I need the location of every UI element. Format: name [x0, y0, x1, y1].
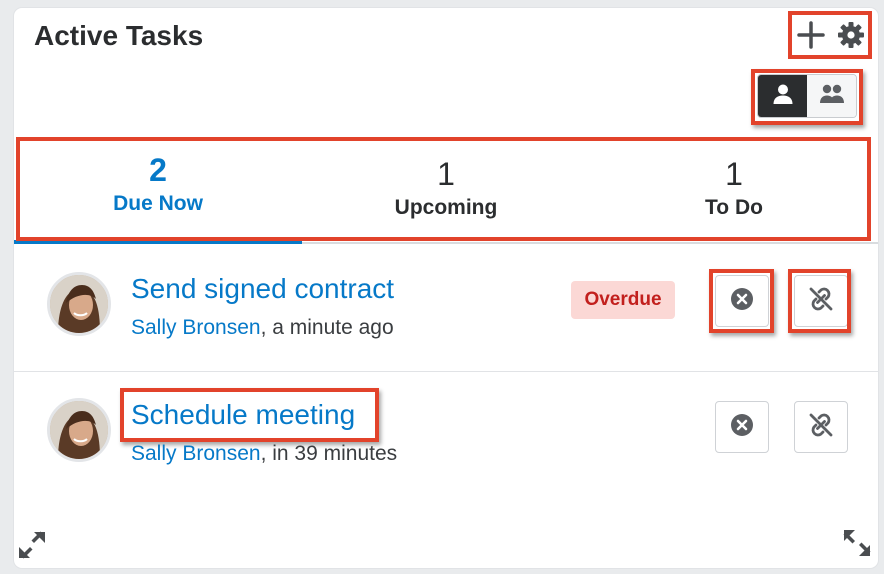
resize-icon[interactable] [842, 528, 872, 558]
team-tasks-toggle[interactable] [807, 75, 856, 117]
tabs-highlight [16, 137, 871, 241]
avatar[interactable] [47, 398, 111, 462]
close-button-highlight [709, 269, 774, 333]
task-title-link[interactable]: Send signed contract [131, 273, 394, 305]
my-tasks-toggle[interactable] [758, 75, 807, 117]
assigned-user-link[interactable]: Sally Bronsen [131, 316, 261, 339]
plus-icon[interactable] [796, 20, 826, 50]
close-task-button[interactable] [715, 401, 769, 453]
task-time: , a minute ago [260, 316, 394, 339]
gear-icon[interactable] [836, 20, 866, 50]
unlink-task-button[interactable] [794, 401, 848, 453]
assigned-user-link[interactable]: Sally Bronsen [131, 442, 261, 465]
overdue-badge: Overdue [571, 281, 675, 319]
task-meta: Sally Bronsen, in 39 minutes [131, 442, 397, 466]
unlink-button-highlight [788, 269, 851, 333]
task-meta: Sally Bronsen, a minute ago [131, 316, 394, 340]
view-toggle [757, 74, 857, 118]
task-title-highlight [120, 388, 379, 442]
avatar[interactable] [47, 272, 111, 336]
close-circle-icon [730, 413, 754, 442]
team-users-icon [819, 83, 845, 110]
single-user-icon [772, 83, 794, 110]
row-divider [14, 371, 878, 372]
expand-icon[interactable] [17, 530, 47, 560]
unlink-icon [808, 412, 834, 443]
task-time: , in 39 minutes [260, 442, 398, 465]
dashlet-title: Active Tasks [34, 20, 204, 51]
